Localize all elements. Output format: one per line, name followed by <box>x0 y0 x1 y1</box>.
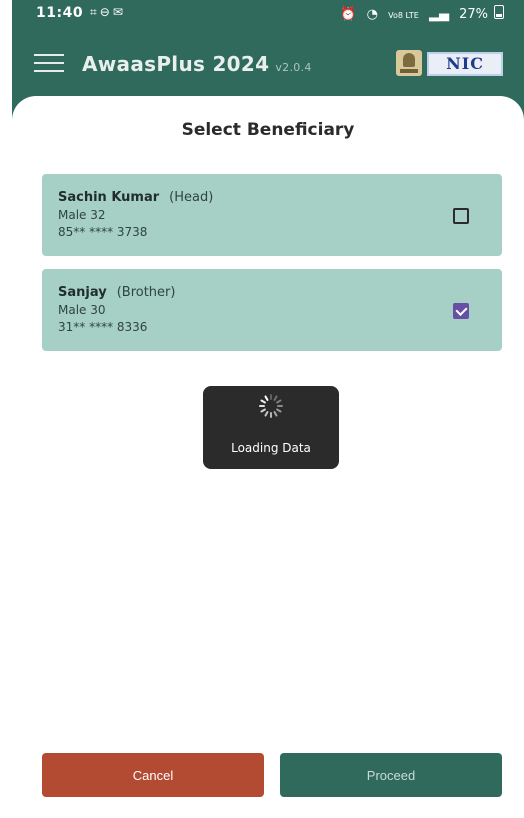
app-title-text: AwaasPlus 2024 <box>82 52 270 76</box>
alarm-icon: ⏰ <box>340 7 357 22</box>
message-icon: ✉ <box>112 5 126 19</box>
content-panel: Select Beneficiary Sachin Kumar (Head) Ma… <box>12 96 524 818</box>
screenshot-icon: ⌗ <box>90 5 100 19</box>
status-right-icons: ⏰ ◔ Vo8 LTE ▂▄ 27% <box>334 5 504 22</box>
app-screen: 11:40 ⌗⊖✉ ⏰ ◔ Vo8 LTE ▂▄ 27% AwaasPlus 2… <box>12 0 524 818</box>
wifi-icon: ◔ <box>366 7 378 22</box>
hamburger-menu-icon[interactable] <box>34 54 64 72</box>
beneficiary-relation: (Head) <box>169 190 214 205</box>
national-emblem-icon <box>396 50 422 76</box>
beneficiary-name: Sachin Kumar <box>58 190 160 205</box>
dnd-icon: ⊖ <box>99 5 113 19</box>
nic-logo: NIC <box>427 52 503 76</box>
battery-icon <box>494 5 504 19</box>
app-title: AwaasPlus 2024 v2.0.4 <box>82 52 312 76</box>
status-time: 11:40 <box>36 5 84 21</box>
beneficiary-name: Sanjay <box>58 285 107 300</box>
page-title: Select Beneficiary <box>181 120 355 140</box>
beneficiary-name-line: Sanjay (Brother) <box>58 285 175 300</box>
app-version: v2.0.4 <box>275 61 312 74</box>
signal-icon: ▂▄ <box>428 7 449 22</box>
cancel-button[interactable]: Cancel <box>42 753 264 797</box>
beneficiary-checkbox[interactable] <box>453 303 469 319</box>
volte-icon: Vo8 LTE <box>388 11 419 20</box>
app-bar: AwaasPlus 2024 v2.0.4 NIC <box>12 28 524 96</box>
beneficiary-gender-age: Male 32 <box>58 208 106 222</box>
beneficiary-phone: 85** **** 3738 <box>58 225 148 239</box>
battery-level: 27% <box>459 7 488 22</box>
proceed-button[interactable]: Proceed <box>280 753 502 797</box>
loading-text: Loading Data <box>231 441 311 455</box>
beneficiary-phone: 31** **** 8336 <box>58 320 148 334</box>
beneficiary-gender-age: Male 30 <box>58 303 106 317</box>
beneficiary-card[interactable]: Sanjay (Brother) Male 30 31** **** 8336 <box>42 269 502 351</box>
status-bar: 11:40 ⌗⊖✉ ⏰ ◔ Vo8 LTE ▂▄ 27% <box>12 0 524 28</box>
spinner-icon <box>259 394 283 418</box>
beneficiary-card[interactable]: Sachin Kumar (Head) Male 32 85** **** 373… <box>42 174 502 256</box>
beneficiary-relation: (Brother) <box>116 285 176 300</box>
beneficiary-name-line: Sachin Kumar (Head) <box>58 190 213 205</box>
loading-toast: Loading Data <box>203 386 339 469</box>
status-left-icons: ⌗⊖✉ <box>90 5 126 20</box>
beneficiary-checkbox[interactable] <box>453 208 469 224</box>
